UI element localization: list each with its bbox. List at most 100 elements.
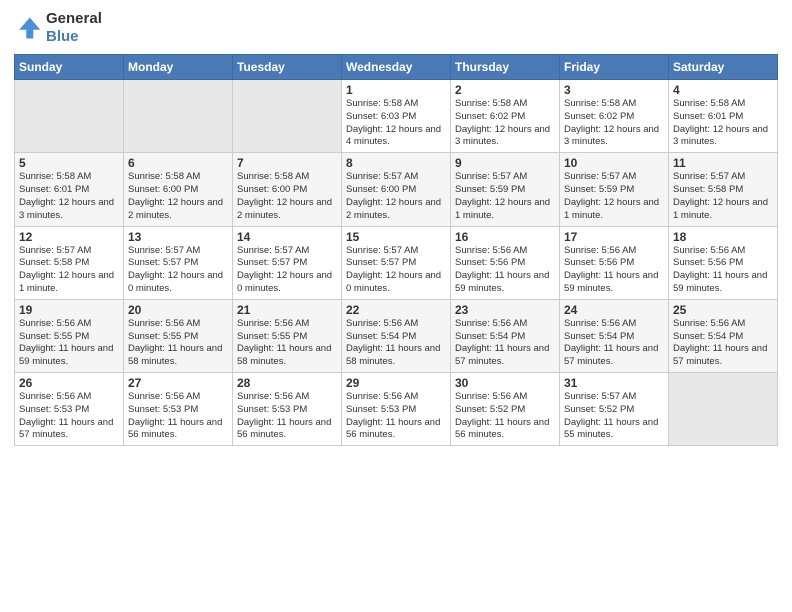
day-info: Sunrise: 5:57 AM Sunset: 5:59 PM Dayligh… — [564, 171, 664, 222]
day-number: 6 — [128, 156, 228, 170]
day-number: 2 — [455, 83, 555, 97]
day-info: Sunrise: 5:57 AM Sunset: 5:58 PM Dayligh… — [19, 245, 119, 296]
calendar-cell: 26Sunrise: 5:56 AM Sunset: 5:53 PM Dayli… — [15, 373, 124, 446]
calendar-cell: 8Sunrise: 5:57 AM Sunset: 6:00 PM Daylig… — [342, 153, 451, 226]
calendar-cell: 14Sunrise: 5:57 AM Sunset: 5:57 PM Dayli… — [233, 226, 342, 299]
day-number: 16 — [455, 230, 555, 244]
day-info: Sunrise: 5:57 AM Sunset: 5:58 PM Dayligh… — [673, 171, 773, 222]
calendar-cell: 21Sunrise: 5:56 AM Sunset: 5:55 PM Dayli… — [233, 299, 342, 372]
day-info: Sunrise: 5:58 AM Sunset: 6:02 PM Dayligh… — [564, 98, 664, 149]
calendar-cell — [669, 373, 778, 446]
day-info: Sunrise: 5:58 AM Sunset: 6:00 PM Dayligh… — [128, 171, 228, 222]
day-number: 25 — [673, 303, 773, 317]
calendar-cell: 16Sunrise: 5:56 AM Sunset: 5:56 PM Dayli… — [451, 226, 560, 299]
day-number: 26 — [19, 376, 119, 390]
calendar-body: 1Sunrise: 5:58 AM Sunset: 6:03 PM Daylig… — [15, 80, 778, 446]
day-number: 28 — [237, 376, 337, 390]
logo: General Blue — [14, 10, 102, 46]
day-info: Sunrise: 5:57 AM Sunset: 5:52 PM Dayligh… — [564, 391, 664, 442]
calendar-cell: 23Sunrise: 5:56 AM Sunset: 5:54 PM Dayli… — [451, 299, 560, 372]
day-info: Sunrise: 5:58 AM Sunset: 6:02 PM Dayligh… — [455, 98, 555, 149]
calendar-page: General Blue SundayMondayTuesdayWednesda… — [0, 0, 792, 612]
day-number: 1 — [346, 83, 446, 97]
day-number: 5 — [19, 156, 119, 170]
day-number: 27 — [128, 376, 228, 390]
calendar-cell — [233, 80, 342, 153]
calendar-cell: 28Sunrise: 5:56 AM Sunset: 5:53 PM Dayli… — [233, 373, 342, 446]
day-info: Sunrise: 5:56 AM Sunset: 5:54 PM Dayligh… — [346, 318, 446, 369]
calendar-week-row: 26Sunrise: 5:56 AM Sunset: 5:53 PM Dayli… — [15, 373, 778, 446]
day-number: 7 — [237, 156, 337, 170]
calendar-cell: 29Sunrise: 5:56 AM Sunset: 5:53 PM Dayli… — [342, 373, 451, 446]
day-info: Sunrise: 5:58 AM Sunset: 6:01 PM Dayligh… — [673, 98, 773, 149]
calendar-cell: 9Sunrise: 5:57 AM Sunset: 5:59 PM Daylig… — [451, 153, 560, 226]
day-number: 11 — [673, 156, 773, 170]
day-info: Sunrise: 5:57 AM Sunset: 5:59 PM Dayligh… — [455, 171, 555, 222]
weekday-header-cell: Saturday — [669, 55, 778, 80]
day-info: Sunrise: 5:56 AM Sunset: 5:56 PM Dayligh… — [673, 245, 773, 296]
calendar-cell: 10Sunrise: 5:57 AM Sunset: 5:59 PM Dayli… — [560, 153, 669, 226]
day-number: 8 — [346, 156, 446, 170]
day-info: Sunrise: 5:57 AM Sunset: 5:57 PM Dayligh… — [237, 245, 337, 296]
calendar-cell — [15, 80, 124, 153]
calendar-week-row: 19 Sunrise: 5:56 AM Sunset: 5:55 PM Dayli… — [15, 299, 778, 372]
day-number: 14 — [237, 230, 337, 244]
day-info: Sunrise: 5:57 AM Sunset: 5:57 PM Dayligh… — [346, 245, 446, 296]
day-info: Sunrise: 5:56 AM Sunset: 5:54 PM Dayligh… — [455, 318, 555, 369]
logo-icon — [14, 14, 42, 42]
day-number: 18 — [673, 230, 773, 244]
day-info: Sunrise: 5:56 AM Sunset: 5:55 PM Dayligh… — [128, 318, 228, 369]
calendar-cell: 24Sunrise: 5:56 AM Sunset: 5:54 PM Dayli… — [560, 299, 669, 372]
day-info: Sunrise: 5:57 AM Sunset: 5:57 PM Dayligh… — [128, 245, 228, 296]
day-info: Sunrise: 5:56 AM Sunset: 5:53 PM Dayligh… — [346, 391, 446, 442]
day-info: Sunrise: 5:56 AM Sunset: 5:55 PM Dayligh… — [237, 318, 337, 369]
calendar-week-row: 12Sunrise: 5:57 AM Sunset: 5:58 PM Dayli… — [15, 226, 778, 299]
calendar-cell: 15Sunrise: 5:57 AM Sunset: 5:57 PM Dayli… — [342, 226, 451, 299]
day-info: Sunrise: 5:58 AM Sunset: 6:00 PM Dayligh… — [237, 171, 337, 222]
logo-text: General Blue — [46, 10, 102, 46]
calendar-cell: 19Sunrise: 5:56 AM Sunset: 5:55 PM Dayli… — [15, 299, 124, 372]
calendar-week-row: 1Sunrise: 5:58 AM Sunset: 6:03 PM Daylig… — [15, 80, 778, 153]
weekday-header-row: SundayMondayTuesdayWednesdayThursdayFrid… — [15, 55, 778, 80]
calendar-table: SundayMondayTuesdayWednesdayThursdayFrid… — [14, 54, 778, 446]
day-info: Sunrise: 5:57 AM Sunset: 6:00 PM Dayligh… — [346, 171, 446, 222]
day-number: 24 — [564, 303, 664, 317]
day-number: 29 — [346, 376, 446, 390]
day-number: 9 — [455, 156, 555, 170]
day-number: 4 — [673, 83, 773, 97]
day-info: Sunrise: 5:58 AM Sunset: 6:03 PM Dayligh… — [346, 98, 446, 149]
day-number: 3 — [564, 83, 664, 97]
calendar-cell: 17Sunrise: 5:56 AM Sunset: 5:56 PM Dayli… — [560, 226, 669, 299]
day-info: Sunrise: 5:56 AM Sunset: 5:53 PM Dayligh… — [19, 391, 119, 442]
day-info: Sunrise: 5:56 AM Sunset: 5:53 PM Dayligh… — [128, 391, 228, 442]
day-number: 13 — [128, 230, 228, 244]
day-info: Sunrise: 5:56 AM Sunset: 5:56 PM Dayligh… — [455, 245, 555, 296]
calendar-cell: 13Sunrise: 5:57 AM Sunset: 5:57 PM Dayli… — [124, 226, 233, 299]
day-number: 31 — [564, 376, 664, 390]
calendar-cell: 11Sunrise: 5:57 AM Sunset: 5:58 PM Dayli… — [669, 153, 778, 226]
day-number: 19 — [19, 303, 119, 317]
calendar-cell: 31Sunrise: 5:57 AM Sunset: 5:52 PM Dayli… — [560, 373, 669, 446]
calendar-cell: 30Sunrise: 5:56 AM Sunset: 5:52 PM Dayli… — [451, 373, 560, 446]
calendar-cell: 2Sunrise: 5:58 AM Sunset: 6:02 PM Daylig… — [451, 80, 560, 153]
day-number: 22 — [346, 303, 446, 317]
header: General Blue — [14, 10, 778, 46]
weekday-header-cell: Thursday — [451, 55, 560, 80]
weekday-header-cell: Monday — [124, 55, 233, 80]
day-number: 20 — [128, 303, 228, 317]
calendar-cell: 3Sunrise: 5:58 AM Sunset: 6:02 PM Daylig… — [560, 80, 669, 153]
day-info: Sunrise: 5:56 AM Sunset: 5:54 PM Dayligh… — [673, 318, 773, 369]
calendar-cell — [124, 80, 233, 153]
day-number: 10 — [564, 156, 664, 170]
calendar-cell: 1Sunrise: 5:58 AM Sunset: 6:03 PM Daylig… — [342, 80, 451, 153]
calendar-cell: 20Sunrise: 5:56 AM Sunset: 5:55 PM Dayli… — [124, 299, 233, 372]
day-number: 12 — [19, 230, 119, 244]
calendar-cell: 7Sunrise: 5:58 AM Sunset: 6:00 PM Daylig… — [233, 153, 342, 226]
day-number: 23 — [455, 303, 555, 317]
calendar-cell: 4Sunrise: 5:58 AM Sunset: 6:01 PM Daylig… — [669, 80, 778, 153]
weekday-header-cell: Wednesday — [342, 55, 451, 80]
calendar-cell: 18Sunrise: 5:56 AM Sunset: 5:56 PM Dayli… — [669, 226, 778, 299]
weekday-header-cell: Sunday — [15, 55, 124, 80]
calendar-cell: 12Sunrise: 5:57 AM Sunset: 5:58 PM Dayli… — [15, 226, 124, 299]
weekday-header-cell: Tuesday — [233, 55, 342, 80]
